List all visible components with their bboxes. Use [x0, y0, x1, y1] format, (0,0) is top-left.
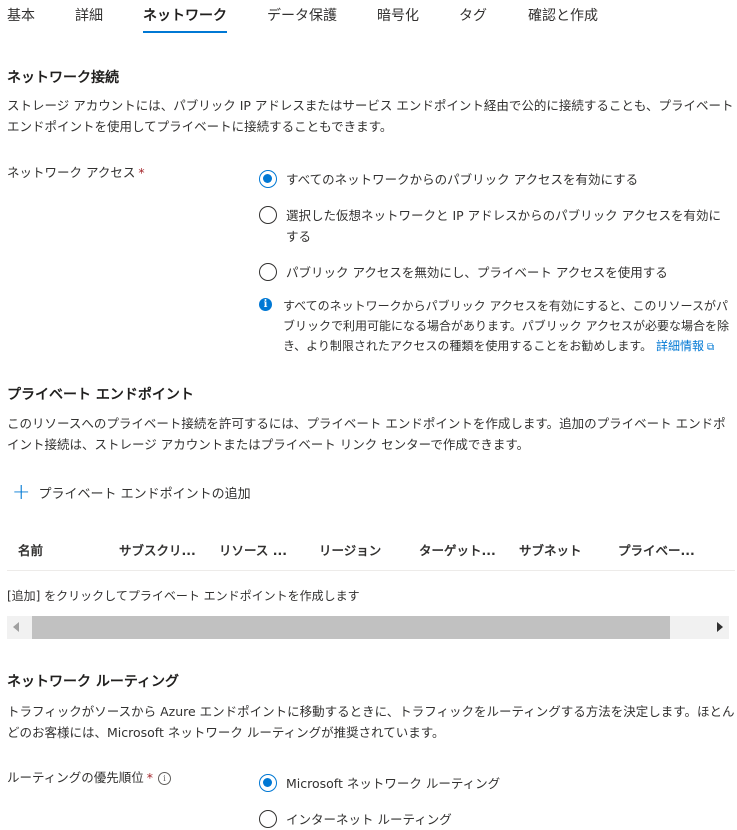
radio-label: すべてのネットワークからのパブリック アクセスを有効にする [286, 172, 639, 187]
table-empty-message: [追加] をクリックしてプライベート エンドポイントを作成します [7, 589, 360, 603]
network-connection-heading: ネットワーク接続 [7, 70, 119, 86]
external-link-icon: ⧉ [706, 342, 715, 353]
column-header-name[interactable]: 名前 [18, 540, 43, 559]
tab-data-protection[interactable]: データ保護 [267, 5, 337, 25]
tab-advanced[interactable]: 詳細 [75, 5, 103, 25]
scrollbar-thumb[interactable] [32, 616, 670, 639]
scroll-left-arrow-icon[interactable] [13, 622, 19, 632]
network-routing-heading: ネットワーク ルーティング [7, 674, 180, 690]
radio-label: パブリック アクセスを無効にし、プライベート アクセスを使用する [286, 265, 668, 280]
radio-button[interactable] [259, 170, 277, 188]
radio-public-all-networks[interactable]: すべてのネットワークからのパブリック アクセスを有効にする [259, 169, 729, 190]
radio-public-selected-networks[interactable]: 選択した仮想ネットワークと IP アドレスからのパブリック アクセスを有効にする [259, 205, 729, 247]
routing-preference-label-text: ルーティングの優先順位 [7, 770, 144, 785]
column-header-private-dns[interactable]: プライベー... [618, 540, 695, 559]
required-mark: * [146, 770, 154, 785]
tab-networking[interactable]: ネットワーク [143, 5, 227, 25]
tab-tags[interactable]: タグ [459, 5, 487, 25]
column-header-resource-group[interactable]: リソース ... [219, 540, 287, 559]
tab-review-create[interactable]: 確認と作成 [528, 5, 598, 25]
add-private-endpoint-label: プライベート エンドポイントの追加 [38, 487, 251, 502]
radio-button[interactable] [259, 810, 277, 828]
column-header-target[interactable]: ターゲット... [419, 540, 496, 559]
public-access-info-message: すべてのネットワークからパブリック アクセスを有効にすると、このリソースがパブリ… [283, 296, 735, 358]
radio-label: 選択した仮想ネットワークと IP アドレスからのパブリック アクセスを有効にする [286, 208, 722, 244]
add-private-endpoint-button[interactable]: + プライベート エンドポイントの追加 [12, 479, 251, 505]
learn-more-link[interactable]: 詳細情報 [656, 339, 704, 353]
column-header-region[interactable]: リージョン [319, 540, 381, 559]
required-mark: * [138, 165, 145, 180]
radio-disable-public-access[interactable]: パブリック アクセスを無効にし、プライベート アクセスを使用する [259, 262, 729, 283]
private-endpoint-description: このリソースへのプライベート接続を許可するには、プライベート エンドポイントを作… [7, 416, 726, 452]
tab-encryption[interactable]: 暗号化 [377, 5, 419, 25]
column-header-subnet[interactable]: サブネット [519, 540, 582, 559]
network-access-label-text: ネットワーク アクセス [7, 165, 136, 180]
radio-microsoft-routing[interactable]: Microsoft ネットワーク ルーティング [259, 773, 729, 794]
info-icon[interactable]: i [158, 772, 172, 785]
plus-icon: + [12, 479, 31, 505]
routing-preference-label: ルーティングの優先順位 * i [7, 767, 172, 786]
network-routing-description: トラフィックがソースから Azure エンドポイントに移動するときに、トラフィッ… [7, 704, 735, 740]
radio-label: Microsoft ネットワーク ルーティング [286, 776, 501, 791]
network-connection-description: ストレージ アカウントには、パブリック IP アドレスまたはサービス エンドポイ… [7, 98, 734, 134]
info-icon: i [259, 298, 272, 311]
radio-button[interactable] [259, 774, 277, 792]
table-header-divider [7, 570, 735, 571]
column-header-subscription[interactable]: サブスクリ... [119, 540, 196, 559]
scroll-right-arrow-icon[interactable] [717, 622, 723, 632]
radio-button[interactable] [259, 206, 277, 224]
tab-basics[interactable]: 基本 [7, 5, 35, 25]
active-tab-indicator [143, 31, 227, 33]
horizontal-scrollbar[interactable] [7, 616, 729, 639]
private-endpoint-heading: プライベート エンドポイント [7, 387, 194, 403]
network-access-label: ネットワーク アクセス * [7, 162, 145, 181]
radio-button[interactable] [259, 263, 277, 281]
